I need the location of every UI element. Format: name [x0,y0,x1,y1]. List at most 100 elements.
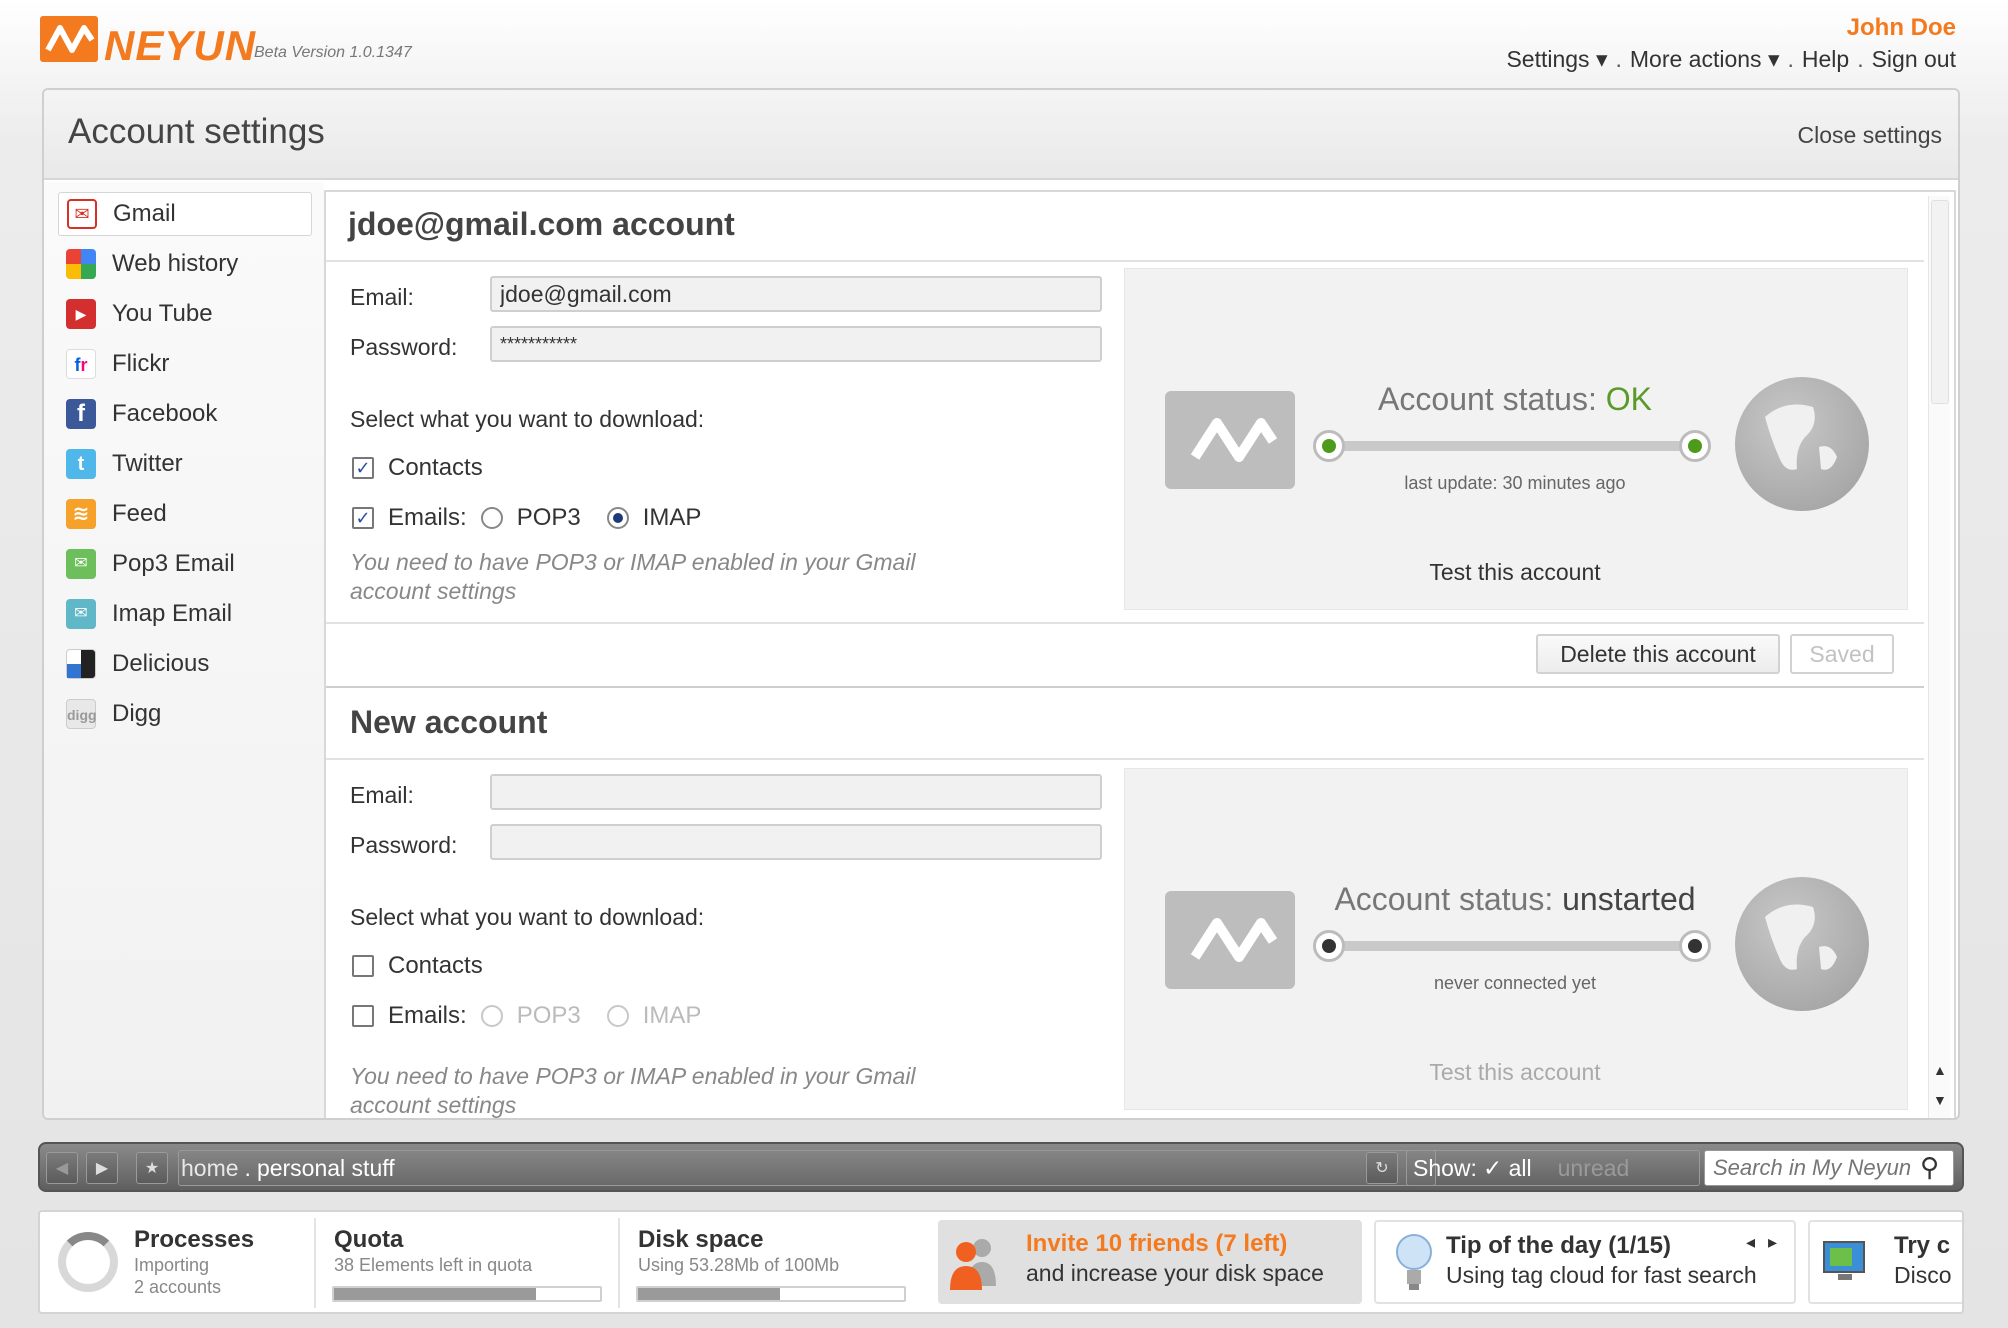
sidebar-item-facebook[interactable]: f Facebook [58,392,312,436]
sidebar-item-label: Pop3 Email [112,550,235,577]
hint-text: You need to have POP3 or IMAP enabled in… [350,1063,916,1118]
sidebar-item-feed[interactable]: ≋ Feed [58,492,312,536]
sidebar-item-web-history[interactable]: Web history [58,242,312,286]
emails-checkbox[interactable]: ✓ [352,507,374,529]
invite-friends-widget[interactable]: Invite 10 friends (7 left) and increase … [938,1220,1362,1304]
status-track [1329,441,1705,451]
navigation-bar: ◀ ▶ ★ home . personal stuff ↻ Show: ✓ al… [38,1142,1964,1192]
show-all-toggle[interactable]: ✓ all [1483,1155,1532,1182]
disk-space-text: Using 53.28Mb of 100Mb [638,1255,840,1275]
status-widgets: Processes Importing 2 accounts Quota 38 … [38,1210,1964,1314]
tip-title: Tip of the day (1/15) [1446,1232,1671,1259]
help-link[interactable]: Help [1802,46,1849,73]
disk-space-progress-fill [638,1288,780,1300]
scrollbar[interactable]: ▲ ▼ [1928,196,1950,1118]
sidebar-item-label: Gmail [113,200,176,227]
show-unread-toggle[interactable]: unread [1558,1155,1630,1182]
download-prompt: Select what you want to download: [350,406,705,432]
imap-label: IMAP [642,1002,702,1029]
sidebar-item-imap-email[interactable]: ✉ Imap Email [58,592,312,636]
breadcrumb-separator: . [244,1154,251,1181]
pop3-label: POP3 [516,504,581,531]
divider [326,758,1924,760]
sidebar-item-digg[interactable]: digg Digg [58,692,312,736]
saved-button[interactable]: Saved [1790,634,1894,674]
web-history-icon [66,249,96,279]
scrollbar-thumb[interactable] [1931,200,1949,404]
facebook-icon: f [66,399,96,429]
divider [326,260,1924,262]
star-icon[interactable]: ★ [136,1152,168,1184]
lightbulb-icon [1394,1230,1434,1294]
sidebar-item-pop3-email[interactable]: ✉ Pop3 Email [58,542,312,586]
account-title: jdoe@gmail.com account [348,206,735,242]
emails-checkbox[interactable] [352,1005,374,1027]
hint-text: You need to have POP3 or IMAP enabled in… [350,549,916,604]
settings-menu[interactable]: Settings ▾ [1506,46,1607,73]
pop3-radio[interactable] [480,507,503,529]
imap-radio[interactable] [606,1005,629,1027]
divider [314,1218,316,1308]
monitor-icon [1820,1236,1870,1286]
try-title: Try c [1894,1232,1951,1259]
tip-of-the-day-widget: Tip of the day (1/15) Using tag cloud fo… [1374,1220,1796,1304]
disk-space-title: Disk space [638,1226,764,1253]
try-widget[interactable]: Try c Disco [1808,1220,1962,1304]
progress-spinner-icon [58,1232,118,1292]
contacts-checkbox[interactable] [352,955,374,977]
user-name[interactable]: John Doe [1847,14,1956,42]
processes-title: Processes [134,1226,255,1253]
breadcrumb-current[interactable]: personal stuff [257,1155,395,1182]
pop3-email-icon: ✉ [66,549,96,579]
delete-account-button[interactable]: Delete this account [1536,634,1780,674]
menu-separator: . [1615,46,1622,72]
top-menu: Settings ▾ . More actions ▾ . Help . Sig… [1506,46,1956,73]
neyun-tile-icon [1165,891,1295,989]
email-field[interactable] [490,276,1102,312]
contacts-checkbox[interactable]: ✓ [352,457,374,479]
scroll-down-icon[interactable]: ▼ [1933,1092,1947,1108]
search-icon[interactable]: ⚲ [1920,1152,1939,1183]
password-field[interactable] [490,326,1102,362]
tip-text: Using tag cloud for fast search [1446,1262,1757,1288]
try-subtitle: Disco [1894,1262,1952,1288]
sidebar-item-delicious[interactable]: Delicious [58,642,312,686]
account-status-box: Account status: unstarted never connecte… [1124,768,1908,1110]
imap-radio[interactable] [606,507,629,529]
test-account-link[interactable]: Test this account [1325,1059,1705,1086]
more-actions-menu[interactable]: More actions ▾ [1630,46,1780,73]
sign-out-link[interactable]: Sign out [1872,46,1956,73]
invite-subtitle: and increase your disk space [1026,1260,1324,1286]
version-label: Beta Version 1.0.1347 [254,44,412,61]
processes-line1: Importing [134,1255,210,1275]
breadcrumb-home[interactable]: home [179,1155,239,1182]
sidebar-item-twitter[interactable]: t Twitter [58,442,312,486]
download-prompt: Select what you want to download: [350,904,705,930]
test-account-link[interactable]: Test this account [1325,559,1705,586]
show-filter: Show: ✓ all unread [1406,1150,1700,1186]
email-field[interactable] [490,774,1102,810]
password-field[interactable] [490,824,1102,860]
quota-text: 38 Elements left in quota [334,1255,533,1275]
sidebar-item-label: Imap Email [112,600,233,627]
last-update-text: never connected yet [1433,973,1597,993]
pop3-radio[interactable] [480,1005,503,1027]
tip-next-icon[interactable]: ▸ [1768,1232,1777,1253]
tip-prev-icon[interactable]: ◂ [1746,1232,1755,1253]
sidebar-item-label: Twitter [112,450,183,477]
panel-header: Account settings Close settings [44,90,1958,180]
close-settings-link[interactable]: Close settings [1798,122,1942,149]
search-input[interactable] [1704,1150,1954,1186]
refresh-icon[interactable]: ↻ [1366,1152,1398,1184]
forward-button[interactable]: ▶ [86,1152,118,1184]
invite-title[interactable]: Invite 10 friends (7 left) [1026,1230,1287,1258]
scroll-up-icon[interactable]: ▲ [1933,1062,1947,1078]
processes-line2: 2 accounts [134,1277,222,1297]
neyun-tile-icon [1165,391,1295,489]
show-label: Show: [1413,1154,1477,1181]
sidebar-item-gmail[interactable]: ✉ Gmail [58,192,312,236]
sidebar-item-youtube[interactable]: ▶ You Tube [58,292,312,336]
back-button[interactable]: ◀ [46,1152,78,1184]
sidebar-item-flickr[interactable]: fr Flickr [58,342,312,386]
emails-label: Emails: [388,1002,467,1029]
